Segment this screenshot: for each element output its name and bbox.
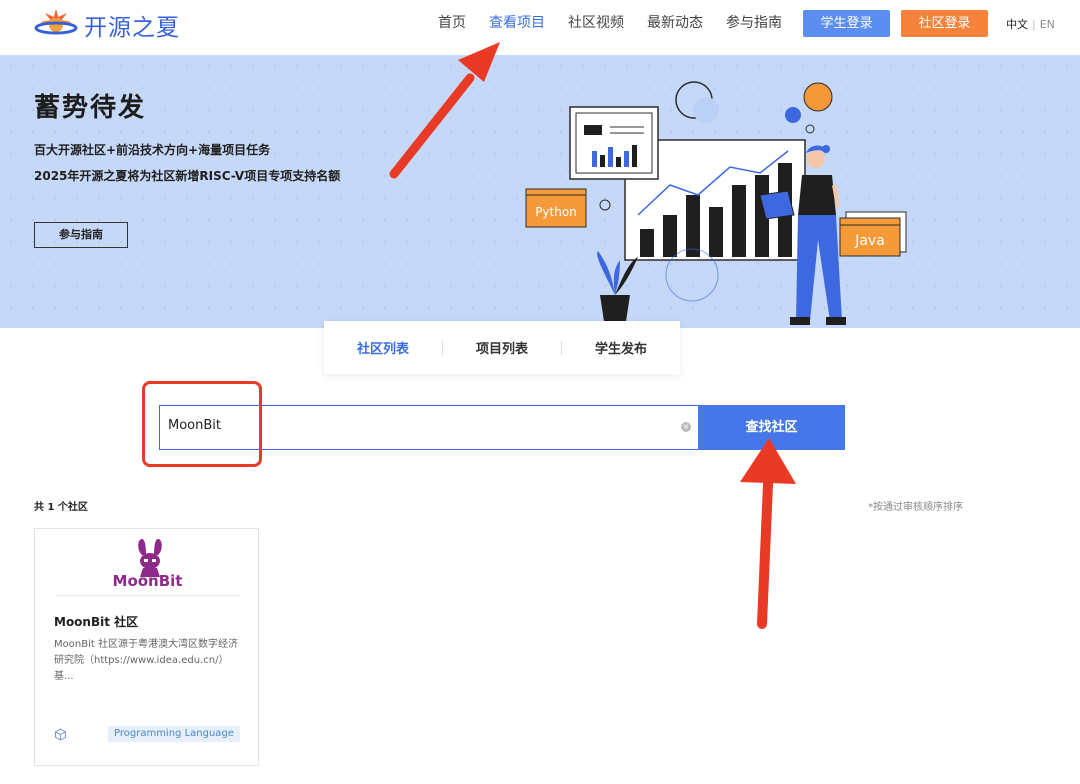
nav-community-videos[interactable]: 社区视频 (568, 14, 624, 32)
card-title[interactable]: MoonBit 社区 (54, 613, 138, 630)
hero-banner: 蓄势待发 百大开源社区+前沿技术方向+海量项目任务 2025年开源之夏将为社区新… (0, 55, 1080, 328)
community-card[interactable]: MoonBit MoonBit 社区 MoonBit 社区源于粤港澳大湾区数字经… (34, 528, 259, 766)
banner-subtitle-2: 2025年开源之夏将为社区新增RISC-V项目专项支持名额 (34, 169, 341, 183)
list-tabs: 社区列表 项目列表 学生发布 (324, 321, 680, 374)
tab-student-publish[interactable]: 学生发布 (562, 338, 680, 357)
java-label: Java (854, 233, 885, 249)
banner-subtitle-1: 百大开源社区+前沿技术方向+海量项目任务 (34, 143, 271, 157)
banner-title: 蓄势待发 (34, 93, 147, 123)
tab-community-list[interactable]: 社区列表 (324, 338, 442, 357)
python-label: Python (535, 205, 577, 219)
site-logo[interactable]: 开源之夏 (34, 6, 180, 44)
category-tag[interactable]: Programming Language (108, 726, 240, 742)
arrow-to-search-button (740, 438, 796, 629)
tab-project-list[interactable]: 项目列表 (443, 338, 561, 357)
nav-participation-guide[interactable]: 参与指南 (726, 14, 782, 32)
nav-latest-news[interactable]: 最新动态 (647, 14, 703, 32)
card-logo-text: MoonBit (112, 572, 183, 590)
main-nav: 首页 查看项目 社区视频 最新动态 参与指南 (438, 14, 805, 32)
banner-guide-button[interactable]: 参与指南 (34, 222, 128, 248)
clear-icon[interactable]: × (681, 422, 691, 432)
top-header: 开源之夏 首页 查看项目 社区视频 最新动态 参与指南 学生登录 社区登录 中文… (0, 0, 1080, 52)
lang-en-option[interactable]: EN (1040, 18, 1055, 31)
banner-illustration: Python Java (525, 81, 907, 328)
lang-zh-option[interactable]: 中文 (1006, 18, 1028, 31)
sort-note: *按通过审核顺序排序 (868, 502, 963, 513)
community-login-button[interactable]: 社区登录 (901, 10, 988, 37)
nav-home[interactable]: 首页 (438, 14, 466, 32)
language-switcher: 中文 | EN (1006, 16, 1055, 32)
lang-separator: | (1032, 18, 1036, 31)
find-community-button[interactable]: 查找社区 (698, 405, 845, 450)
nav-view-projects[interactable]: 查看项目 (489, 14, 545, 32)
result-count: 共 1 个社区 (34, 502, 88, 513)
student-login-button[interactable]: 学生登录 (803, 10, 890, 37)
sun-logo-icon (34, 9, 78, 35)
annotation-highlight-box (142, 381, 262, 467)
cube-icon (55, 728, 66, 741)
card-divider (55, 595, 241, 596)
logo-text: 开源之夏 (84, 15, 180, 41)
card-description: MoonBit 社区源于粤港澳大湾区数字经济研究院（https://www.id… (54, 639, 238, 682)
